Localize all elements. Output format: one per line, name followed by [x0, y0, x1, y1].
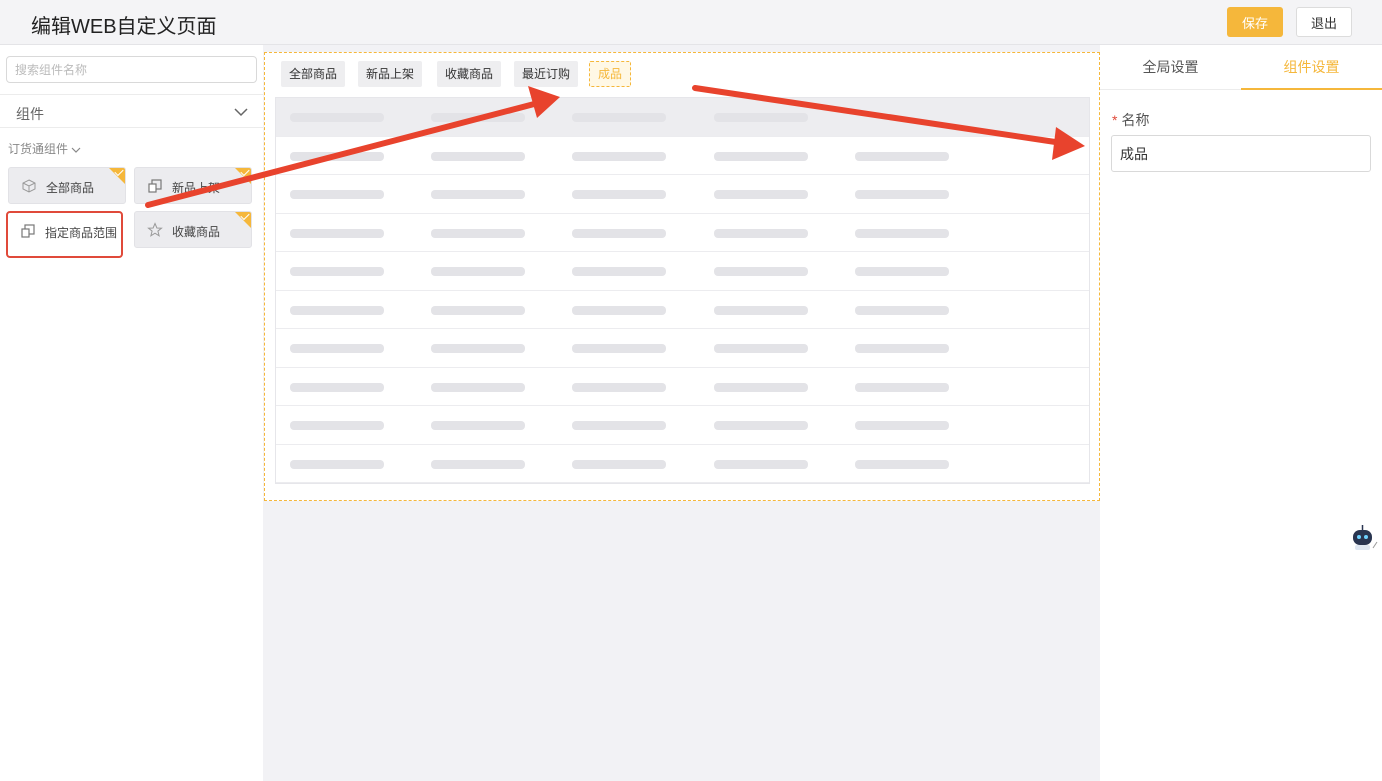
skeleton-cell [572, 459, 666, 469]
skeleton-cell [855, 267, 949, 276]
chevron-down-icon [71, 147, 81, 153]
skeleton-cell [714, 113, 808, 122]
table-row [276, 291, 1089, 329]
range-icon [21, 224, 35, 238]
skeleton-cell [431, 382, 525, 392]
skeleton-cell [290, 228, 384, 238]
skeleton-cell [431, 459, 525, 469]
skeleton-cell [714, 344, 808, 353]
skeleton-cell [290, 113, 384, 122]
name-field-label: * 名称 [1112, 112, 1150, 128]
skeleton-cell [290, 151, 384, 161]
group-label: 组件 [16, 106, 44, 122]
component-label: 新品上架 [172, 181, 221, 195]
name-label-text: 名称 [1121, 112, 1150, 128]
new-item-icon [148, 179, 162, 193]
table-row [276, 329, 1089, 368]
table-row [276, 252, 1089, 291]
skeleton-cell [572, 267, 666, 276]
component-panel: 组件 订货通组件 全部商品 新品上架 指定商品范围 收藏商品 [0, 45, 263, 781]
goods-table-placeholder [275, 97, 1090, 484]
skeleton-cell [290, 421, 384, 430]
skeleton-cell [855, 459, 949, 469]
tab-component-settings[interactable]: 组件设置 [1241, 45, 1382, 90]
component-all-goods[interactable]: 全部商品 [8, 167, 126, 204]
skeleton-cell [572, 228, 666, 238]
skeleton-cell [855, 190, 949, 199]
skeleton-cell [714, 151, 808, 161]
box-icon [22, 179, 36, 193]
editor-canvas-area: 全部商品 新品上架 收藏商品 最近订购 成品 [263, 45, 1100, 781]
search-input[interactable] [6, 56, 257, 83]
skeleton-cell [855, 382, 949, 392]
skeleton-cell [572, 421, 666, 430]
header: 编辑WEB自定义页面 保存 退出 [0, 0, 1382, 45]
skeleton-cell [290, 305, 384, 315]
skeleton-cell [714, 305, 808, 315]
sub-group-label[interactable]: 订货通组件 [8, 140, 81, 157]
skeleton-cell [431, 228, 525, 238]
component-label: 收藏商品 [172, 225, 221, 239]
skeleton-cell [714, 421, 808, 430]
settings-panel: 全局设置 组件设置 * 名称 [1100, 45, 1382, 781]
skeleton-cell [431, 113, 525, 122]
table-row [276, 406, 1089, 445]
skeleton-cell [714, 382, 808, 392]
skeleton-cell [431, 421, 525, 430]
chevron-down-icon [234, 108, 248, 117]
skeleton-cell [290, 382, 384, 392]
skeleton-cell [431, 190, 525, 199]
skeleton-cell [431, 151, 525, 161]
skeleton-cell [290, 190, 384, 199]
star-icon [147, 222, 163, 237]
skeleton-cell [572, 305, 666, 315]
skeleton-cell [290, 344, 384, 353]
tab-favorites[interactable]: 收藏商品 [437, 61, 502, 87]
tab-recent-orders[interactable]: 最近订购 [514, 61, 579, 87]
component-new-goods[interactable]: 新品上架 [134, 167, 252, 204]
table-row [276, 137, 1089, 175]
name-input[interactable] [1111, 135, 1371, 172]
skeleton-cell [855, 344, 949, 353]
table-header-row [276, 98, 1089, 137]
table-row [276, 445, 1089, 483]
skeleton-cell [714, 228, 808, 238]
skeleton-cell [714, 459, 808, 469]
skeleton-cell [431, 267, 525, 276]
component-specified-range[interactable]: 指定商品范围 [6, 211, 123, 258]
skeleton-cell [290, 459, 384, 469]
skeleton-cell [714, 190, 808, 199]
tab-new-goods[interactable]: 新品上架 [358, 61, 423, 87]
tab-global-settings[interactable]: 全局设置 [1100, 45, 1241, 90]
skeleton-cell [572, 344, 666, 353]
skeleton-cell [431, 305, 525, 315]
skeleton-cell [855, 421, 949, 430]
component-group-header[interactable]: 组件 [0, 94, 263, 128]
skeleton-cell [855, 151, 949, 161]
exit-button[interactable]: 退出 [1296, 7, 1352, 37]
component-favorites[interactable]: 收藏商品 [134, 211, 252, 248]
skeleton-cell [855, 305, 949, 315]
table-row [276, 175, 1089, 214]
save-button[interactable]: 保存 [1227, 7, 1283, 37]
skeleton-cell [572, 382, 666, 392]
table-row [276, 214, 1089, 252]
tab-all-goods[interactable]: 全部商品 [281, 61, 346, 87]
component-label: 全部商品 [46, 181, 95, 195]
skeleton-cell [431, 344, 525, 353]
skeleton-cell [572, 151, 666, 161]
skeleton-cell [714, 267, 808, 276]
tab-finished-goods[interactable]: 成品 [589, 61, 632, 87]
sub-group-text: 订货通组件 [8, 142, 69, 156]
skeleton-cell [572, 190, 666, 199]
selected-widget[interactable]: 全部商品 新品上架 收藏商品 最近订购 成品 [264, 52, 1100, 501]
skeleton-cell [290, 267, 384, 276]
skeleton-cell [572, 113, 666, 122]
page-title: 编辑WEB自定义页面 [31, 16, 217, 38]
robot-assistant-icon[interactable] [1345, 522, 1382, 556]
skeleton-cell [855, 228, 949, 238]
table-row [276, 368, 1089, 406]
component-label: 指定商品范围 [45, 226, 118, 240]
